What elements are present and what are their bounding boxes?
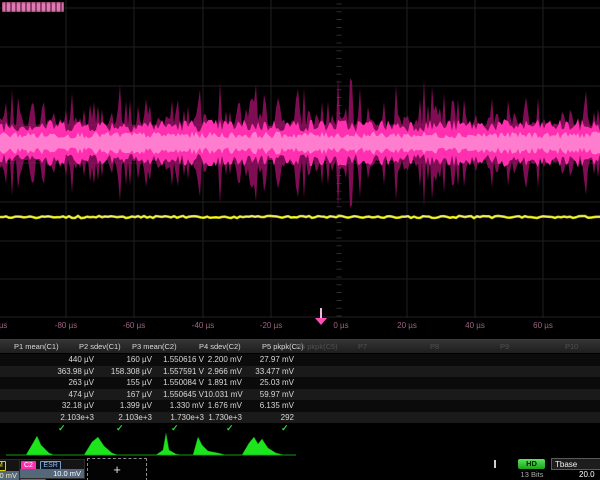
measure-value: 59.97 mV xyxy=(242,390,294,399)
measure-value: 292 xyxy=(242,413,294,422)
measure-value: 1.550616 V xyxy=(152,355,204,364)
param-header-p1[interactable]: P1 mean(C1) xyxy=(14,342,59,351)
param-header-p6[interactable]: P6 pkpk(C5) xyxy=(296,342,338,351)
time-axis-label: 20 µs xyxy=(397,321,417,330)
measure-value: 158.308 µV xyxy=(94,367,152,376)
histicon xyxy=(84,437,118,455)
param-header-p9[interactable]: P9 xyxy=(500,342,509,351)
histicon xyxy=(26,436,54,455)
measure-value: 6.135 mV xyxy=(242,401,294,410)
param-header-p3[interactable]: P3 mean(C2) xyxy=(132,342,177,351)
measure-value: 474 µV xyxy=(0,390,94,399)
measure-value: 440 µV xyxy=(0,355,94,364)
measure-value: 160 µV xyxy=(94,355,152,364)
measure-value: 1.730e+3 xyxy=(152,413,204,422)
measure-value: 363.98 µV xyxy=(0,367,94,376)
measure-row: 2.103e+32.103e+31.730e+31.730e+3292 xyxy=(0,412,600,424)
channel2-descriptor[interactable]: C2 ESR DC1M 10.0 mV xyxy=(19,459,85,479)
time-axis-label: -60 µs xyxy=(123,321,145,330)
measure-table: P1 mean(C1) P2 sdev(C1) P3 mean(C2) P4 sdev… xyxy=(0,339,600,434)
time-axis-labels: -100 µs -80 µs -60 µs -40 µs -20 µs 0 µs 20 µs… xyxy=(0,318,600,335)
c1-coupling-badge: C1M xyxy=(0,461,6,471)
measure-value: 1.730e+3 xyxy=(204,413,242,422)
time-axis-label: -20 µs xyxy=(260,321,282,330)
measure-value: 1.557591 V xyxy=(152,367,204,376)
measure-value: 2.200 mV xyxy=(204,355,242,364)
timebase-button[interactable]: Tbase xyxy=(551,458,600,470)
measure-row: 32.18 µV1.399 µV1.330 mV1.676 mV6.135 mV xyxy=(0,400,600,412)
measure-value: 1.891 mV xyxy=(204,378,242,387)
measure-value: 167 µV xyxy=(94,390,152,399)
add-trace-button[interactable]: + xyxy=(87,458,147,480)
measure-row: 440 µV160 µV1.550616 V2.200 mV27.97 mV xyxy=(0,354,600,366)
time-axis-label: -100 µs xyxy=(0,321,7,330)
param-header-p4[interactable]: P4 sdev(C2) xyxy=(199,342,241,351)
timebase-value: 20.0 xyxy=(579,470,600,479)
top-left-pink-badge xyxy=(2,2,64,12)
trigger-position-arrow-icon xyxy=(315,318,327,325)
measure-row: 363.98 µV158.308 µV1.557591 V2.966 mV33.… xyxy=(0,366,600,378)
measure-value: 1.399 µV xyxy=(94,401,152,410)
graticule-and-traces xyxy=(0,0,600,318)
c2-vertical-scale: 10.0 mV xyxy=(20,469,84,478)
measure-value: 2.103e+3 xyxy=(94,413,152,422)
measure-value: 33.477 mV xyxy=(242,367,294,376)
measure-row: 474 µV167 µV1.550645 V10.031 mV59.97 mV xyxy=(0,389,600,401)
time-axis-label: 0 µs xyxy=(333,321,348,330)
oscilloscope-screen: -100 µs -80 µs -60 µs -40 µs -20 µs 0 µs 20 µs… xyxy=(0,0,600,480)
time-axis-label: 40 µs xyxy=(465,321,485,330)
measure-row: 263 µV155 µV1.550084 V1.891 mV25.03 mV xyxy=(0,377,600,389)
histicon xyxy=(156,433,182,455)
measure-value: 27.97 mV xyxy=(242,355,294,364)
measure-value: 1.330 mV xyxy=(152,401,204,410)
histicon xyxy=(193,437,226,455)
time-axis-label: 60 µs xyxy=(533,321,553,330)
partial-box-edge xyxy=(494,460,496,468)
measure-value: 1.550084 V xyxy=(152,378,204,387)
measure-value: 263 µV xyxy=(0,378,94,387)
time-axis-label: -40 µs xyxy=(192,321,214,330)
param-header-p7[interactable]: P7 xyxy=(358,342,367,351)
measure-value: 1.676 mV xyxy=(204,401,242,410)
measure-value: 10.031 mV xyxy=(204,390,242,399)
param-header-p10[interactable]: P10 xyxy=(565,342,578,351)
hd-mode-badge[interactable]: HD xyxy=(518,459,545,469)
hd-bits-label: 13 Bits xyxy=(514,470,550,479)
measure-value: 2.103e+3 xyxy=(0,413,94,422)
param-header-p2[interactable]: P2 sdev(C1) xyxy=(79,342,121,351)
measure-value: 32.18 µV xyxy=(0,401,94,410)
measure-value: 1.550645 V xyxy=(152,390,204,399)
measure-value: 155 µV xyxy=(94,378,152,387)
c1-vertical-scale: 0 mV xyxy=(0,471,19,480)
measure-value: 2.966 mV xyxy=(204,367,242,376)
measure-histicons xyxy=(0,430,600,458)
measure-table-rows: 440 µV160 µV1.550616 V2.200 mV27.97 mV36… xyxy=(0,354,600,423)
measure-value: 25.03 mV xyxy=(242,378,294,387)
histicon xyxy=(242,437,284,455)
param-header-p8[interactable]: P8 xyxy=(430,342,439,351)
descriptor-bar: C1M 0 mV C2 ESR DC1M 10.0 mV + HD 13 Bit… xyxy=(0,458,600,480)
channel1-descriptor[interactable]: C1M 0 mV xyxy=(0,459,20,480)
measure-table-header: P1 mean(C1) P2 sdev(C1) P3 mean(C2) P4 sdev… xyxy=(0,339,600,354)
time-axis-label: -80 µs xyxy=(55,321,77,330)
